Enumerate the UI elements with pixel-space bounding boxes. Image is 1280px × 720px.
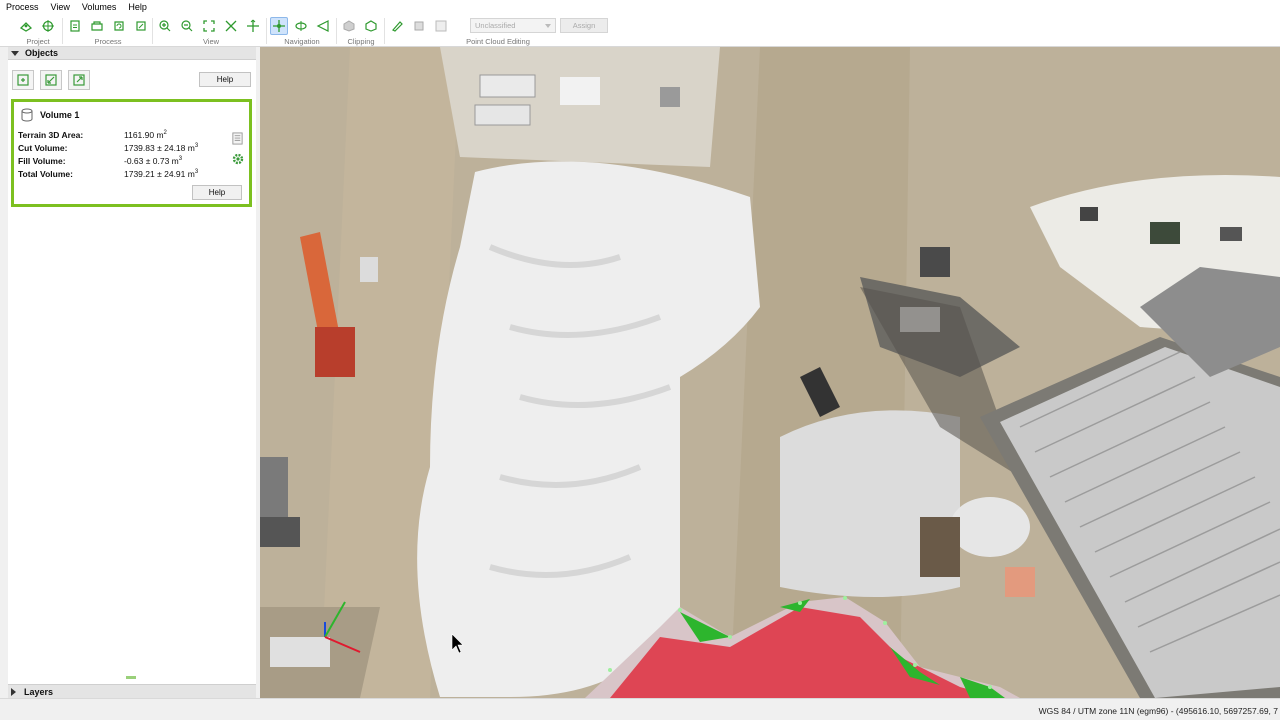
select-points-icon[interactable] bbox=[410, 17, 428, 35]
zoom-in-icon[interactable] bbox=[156, 17, 174, 35]
project-icon[interactable] bbox=[17, 17, 35, 35]
toolbar: Project Process View Navigation Clipping… bbox=[0, 15, 1280, 47]
coordinate-readout: WGS 84 / UTM zone 11N (egm96) - (495616.… bbox=[1038, 706, 1278, 716]
toolbar-group-process: Process bbox=[66, 15, 150, 47]
edit-brush-icon[interactable] bbox=[388, 17, 406, 35]
clipping-box-icon[interactable] bbox=[362, 17, 380, 35]
total-volume-value: 1739.21 ± 24.91 m3 bbox=[124, 169, 199, 179]
export-volume-button[interactable] bbox=[68, 70, 90, 90]
objects-panel: Objects Help Volume 1 Terrain 3D Area: 1… bbox=[8, 47, 256, 698]
terrain-area-value: 1161.90 m2 bbox=[124, 130, 167, 140]
toolbar-group-view: View bbox=[156, 15, 266, 47]
chevron-down-icon bbox=[545, 24, 551, 28]
export-icon bbox=[73, 74, 85, 86]
move-icon[interactable] bbox=[244, 17, 262, 35]
new-volume-icon bbox=[17, 74, 29, 86]
process-icon[interactable] bbox=[66, 17, 84, 35]
collapse-icon bbox=[11, 50, 19, 56]
menu-process[interactable]: Process bbox=[0, 0, 45, 15]
expand-icon bbox=[11, 687, 16, 696]
import-icon bbox=[45, 74, 57, 86]
gear-icon bbox=[232, 153, 243, 164]
panel-splitter-handle[interactable] bbox=[126, 676, 136, 679]
menu-bar: Process View Volumes Help bbox=[0, 0, 1280, 15]
fly-icon[interactable] bbox=[314, 17, 332, 35]
objects-help-button[interactable]: Help bbox=[199, 72, 251, 87]
orbit-icon[interactable] bbox=[292, 17, 310, 35]
volume-help-button[interactable]: Help bbox=[192, 185, 242, 200]
fill-volume-label: Fill Volume: bbox=[18, 156, 66, 166]
navigate-icon[interactable] bbox=[270, 17, 288, 35]
zoom-fit-icon[interactable] bbox=[222, 17, 240, 35]
terrain-area-label: Terrain 3D Area: bbox=[18, 130, 84, 140]
class-select[interactable]: Unclassified bbox=[470, 18, 556, 33]
zoom-extent-icon[interactable] bbox=[200, 17, 218, 35]
toolbar-group-editing-tools bbox=[388, 15, 468, 47]
cut-volume-label: Cut Volume: bbox=[18, 143, 68, 153]
toolbar-group-project: Project bbox=[17, 15, 59, 47]
import-volume-button[interactable] bbox=[40, 70, 62, 90]
open-icon[interactable] bbox=[88, 17, 106, 35]
assign-button[interactable]: Assign bbox=[560, 18, 608, 33]
point-cloud-scene bbox=[260, 47, 1280, 698]
objects-panel-title: Objects bbox=[25, 48, 59, 58]
status-bar: WGS 84 / UTM zone 11N (egm96) - (495616.… bbox=[0, 698, 1280, 720]
volume-card[interactable]: Volume 1 Terrain 3D Area: 1161.90 m2 Cut… bbox=[11, 99, 252, 207]
toolbar-label-clipping: Clipping bbox=[347, 37, 375, 46]
volume-settings-button[interactable] bbox=[230, 151, 245, 166]
zoom-out-icon[interactable] bbox=[178, 17, 196, 35]
toolbar-group-navigation: Navigation bbox=[270, 15, 334, 47]
volume-title: Volume 1 bbox=[21, 108, 79, 122]
left-gutter bbox=[0, 47, 8, 698]
volume-icon bbox=[21, 108, 33, 122]
reprocess-icon[interactable] bbox=[110, 17, 128, 35]
cut-volume-value: 1739.83 ± 24.18 m3 bbox=[124, 143, 199, 153]
total-volume-label: Total Volume: bbox=[18, 169, 73, 179]
objects-toolbar bbox=[12, 70, 90, 90]
objects-panel-header[interactable]: Objects bbox=[8, 47, 256, 60]
3d-viewport[interactable] bbox=[260, 47, 1280, 698]
report-icon bbox=[232, 132, 243, 145]
menu-help[interactable]: Help bbox=[122, 0, 153, 15]
report-button[interactable] bbox=[230, 131, 245, 146]
layers-panel-header[interactable]: Layers bbox=[8, 684, 256, 698]
toolbar-label-view: View bbox=[202, 37, 220, 46]
toolbar-group-clipping: Clipping bbox=[340, 15, 382, 47]
new-volume-button[interactable] bbox=[12, 70, 34, 90]
toolbar-label-point-cloud-editing: Point Cloud Editing bbox=[466, 37, 530, 46]
toolbar-label-process: Process bbox=[94, 37, 122, 46]
class-color-icon[interactable] bbox=[432, 17, 450, 35]
toolbar-label-project: Project bbox=[26, 37, 50, 46]
volume-name: Volume 1 bbox=[40, 110, 80, 120]
crosshair-icon[interactable] bbox=[39, 17, 57, 35]
menu-view[interactable]: View bbox=[45, 0, 76, 15]
refresh-icon[interactable] bbox=[132, 17, 150, 35]
clipping-icon[interactable] bbox=[340, 17, 358, 35]
layers-panel-title: Layers bbox=[24, 686, 54, 697]
menu-volumes[interactable]: Volumes bbox=[76, 0, 123, 15]
toolbar-label-navigation: Navigation bbox=[284, 37, 320, 46]
class-select-value: Unclassified bbox=[475, 21, 516, 30]
fill-volume-value: -0.63 ± 0.73 m3 bbox=[124, 156, 183, 166]
